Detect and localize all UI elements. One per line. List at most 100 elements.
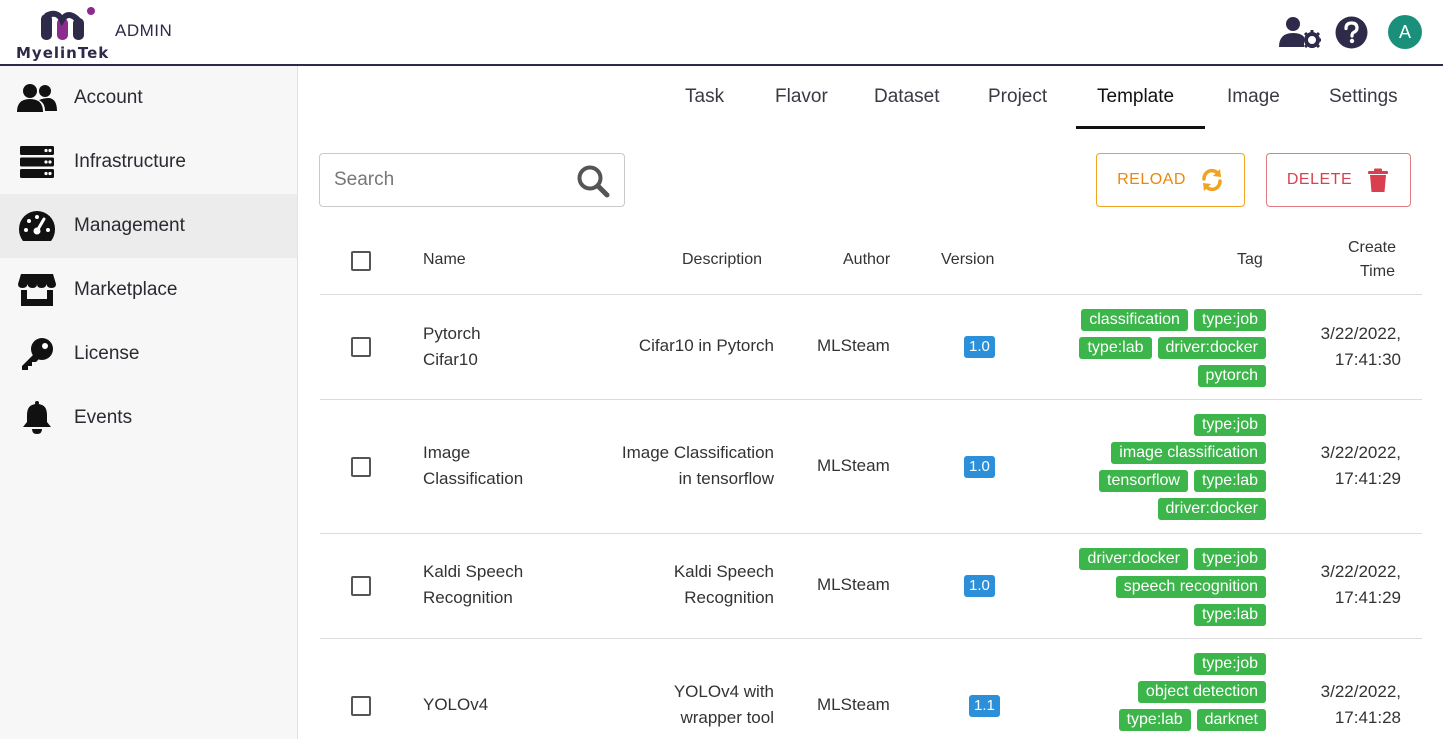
version-badge: 1.0 [964,456,995,478]
tag-badge: image classification [1111,442,1266,464]
delete-label: DELETE [1286,171,1353,188]
tag-badge: type:lab [1193,604,1266,626]
tag-badge: tensorflow [1099,470,1188,492]
key-icon [17,337,57,371]
sidebar-item-account[interactable]: Account [0,66,297,130]
tag-list: type:job image classification tensorflow… [1099,414,1266,520]
row-name-line1: Image [423,443,471,462]
tag-badge: driver:docker [1157,337,1266,359]
row-description-line2: wrapper tool [680,708,774,727]
store-icon [17,273,57,307]
tab-template[interactable]: Template [1097,86,1174,130]
column-header-create-time[interactable]: Create [1348,239,1396,257]
row-author: MLSteam [817,456,890,475]
version-badge: 1.0 [964,336,995,358]
tag-badge: darknet [1196,709,1266,731]
tab-project[interactable]: Project [988,86,1047,130]
row-name-line1: Kaldi Speech [423,562,524,581]
search-input[interactable] [334,167,574,193]
column-header-author[interactable]: Author [843,251,890,269]
select-all-checkbox[interactable] [351,251,371,271]
sidebar-item-marketplace[interactable]: Marketplace [0,258,297,322]
app-header: MyelinTek ADMIN A [0,0,1443,66]
row-description-line2: Recognition [684,588,774,607]
user-gear-icon[interactable] [1279,16,1321,48]
row-create-date: 3/22/2022, [1320,562,1401,581]
sidebar-item-license[interactable]: License [0,322,297,386]
table-row[interactable]: Pytorch Cifar10 Cifar10 in Pytorch MLSte… [320,295,1422,400]
gauge-icon [17,209,57,243]
row-checkbox[interactable] [351,337,371,357]
version-badge: 1.1 [969,695,1000,717]
row-description-line1: Image Classification [621,443,774,462]
column-header-version[interactable]: Version [941,251,994,269]
tag-badge: pytorch [1197,365,1266,387]
refresh-icon [1202,168,1222,192]
sidebar-item-label: Infrastructure [74,151,186,172]
tag-badge: type:lab [1079,337,1152,359]
trash-icon [1368,168,1389,192]
sidebar-item-label: Events [74,407,133,428]
search-icon[interactable] [576,164,610,198]
row-description-line2: in tensorflow [678,469,774,488]
tab-flavor[interactable]: Flavor [775,86,828,130]
column-header-description[interactable]: Description [682,251,762,269]
row-create-time: 17:41:29 [1334,469,1401,488]
tag-badge: type:job [1193,548,1266,570]
row-description-line1: YOLOv4 with [673,682,774,701]
sidebar-item-management[interactable]: Management [0,194,297,258]
version-badge: 1.0 [964,575,995,597]
row-name-line2: Cifar10 [423,350,478,369]
avatar[interactable]: A [1388,15,1422,49]
row-checkbox[interactable] [351,696,371,716]
tab-task[interactable]: Task [685,86,724,130]
row-create-time: 17:41:29 [1334,588,1401,607]
sidebar-item-infrastructure[interactable]: Infrastructure [0,130,297,194]
table-row[interactable]: YOLOv4 YOLOv4 with wrapper tool MLSteam … [320,639,1422,739]
row-description: Cifar10 in Pytorch [638,336,774,355]
tag-badge: type:job [1193,309,1266,331]
server-icon [17,145,57,179]
tag-badge: driver:docker [1079,548,1188,570]
tag-badge: type:lab [1118,709,1191,731]
row-checkbox[interactable] [351,576,371,596]
row-description-line1: Kaldi Speech [673,562,774,581]
help-icon[interactable] [1335,16,1368,49]
sidebar-item-events[interactable]: Events [0,386,297,450]
tag-badge: type:job [1193,414,1266,436]
sidebar-item-label: License [74,343,140,364]
row-author: MLSteam [817,575,890,594]
table-row[interactable]: Image Classification Image Classificatio… [320,400,1422,534]
reload-button[interactable]: RELOAD [1096,153,1245,207]
row-create-date: 3/22/2022, [1320,324,1401,343]
row-author: MLSteam [817,695,890,714]
tab-bar: Task Flavor Dataset Project Template Ima… [298,66,1443,130]
active-tab-indicator [1076,126,1205,129]
table-row[interactable]: Kaldi Speech Recognition Kaldi Speech Re… [320,534,1422,639]
row-create-time: 17:41:30 [1334,350,1401,369]
tag-badge: driver:docker [1157,498,1266,520]
table-header: Name Description Author Version Tag Crea… [320,230,1422,295]
sidebar-item-label: Account [74,87,143,108]
tab-image[interactable]: Image [1227,86,1280,130]
sidebar: Account Infrastructure Management Market… [0,66,298,739]
column-header-tag[interactable]: Tag [1237,251,1263,269]
tag-list: driver:docker type:job speech recognitio… [1079,548,1266,626]
sidebar-item-label: Marketplace [74,279,178,300]
row-create-date: 3/22/2022, [1320,443,1401,462]
row-create-date: 3/22/2022, [1320,682,1401,701]
row-create-time: 17:41:28 [1334,708,1401,727]
tab-settings[interactable]: Settings [1329,86,1398,130]
tag-badge: classification [1081,309,1188,331]
tag-list: classification type:job type:lab driver:… [1079,309,1266,387]
row-name: YOLOv4 [423,695,489,714]
tab-dataset[interactable]: Dataset [874,86,939,130]
tag-badge: speech recognition [1115,576,1266,598]
myelintek-logo[interactable]: MyelinTek [14,4,124,62]
tag-badge: type:lab [1193,470,1266,492]
column-header-name[interactable]: Name [423,251,466,269]
admin-label: ADMIN [115,21,173,40]
reload-label: RELOAD [1117,171,1186,188]
row-checkbox[interactable] [351,457,371,477]
delete-button[interactable]: DELETE [1266,153,1411,207]
